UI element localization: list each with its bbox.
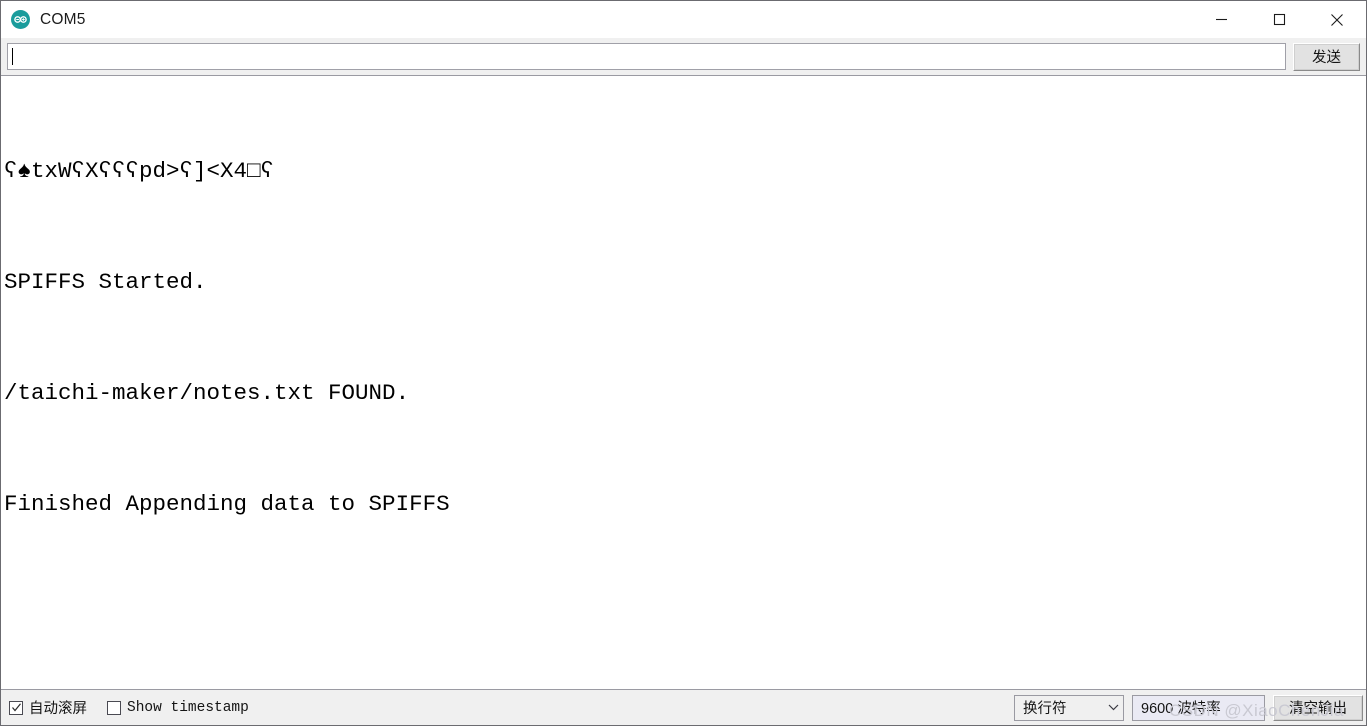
autoscroll-checkbox[interactable] — [9, 700, 23, 715]
title-bar-left: COM5 — [1, 1, 86, 38]
close-icon[interactable] — [1308, 1, 1366, 38]
status-bar-right: 换行符 9600 波特率 清空输出 CSDN @XiaoChenJia — [1014, 690, 1366, 725]
checkmark-icon — [11, 703, 21, 712]
status-bar: 自动滚屏 Show timestamp 换行符 9600 波特率 清空输出 CS… — [1, 690, 1366, 725]
timestamp-label: Show timestamp — [127, 699, 249, 716]
minimize-icon[interactable] — [1192, 1, 1250, 38]
clear-output-button[interactable]: 清空输出 — [1273, 694, 1363, 721]
chevron-down-icon — [1108, 704, 1119, 711]
title-bar: COM5 — [1, 1, 1366, 38]
serial-monitor-window: COM5 发送 ʕ♠txWʕXʕʕʕpd>ʕ]<X4□ʕ SPIFFS Star… — [0, 0, 1367, 726]
serial-output-area[interactable]: ʕ♠txWʕXʕʕʕpd>ʕ]<X4□ʕ SPIFFS Started. /ta… — [1, 75, 1366, 690]
console-line: Finished Appending data to SPIFFS — [4, 491, 450, 517]
send-input[interactable] — [13, 44, 1285, 69]
line-ending-value: 换行符 — [1023, 701, 1067, 717]
baud-rate-select[interactable]: 9600 波特率 — [1132, 694, 1265, 721]
baud-rate-value: 9600 波特率 — [1141, 701, 1221, 717]
send-button[interactable]: 发送 — [1293, 42, 1360, 71]
window-controls — [1192, 1, 1366, 38]
send-input-wrapper[interactable] — [7, 43, 1286, 70]
arduino-infinity-icon — [11, 10, 30, 29]
maximize-icon[interactable] — [1250, 1, 1308, 38]
autoscroll-checkbox-group[interactable]: 自动滚屏 — [9, 697, 87, 718]
timestamp-checkbox[interactable] — [107, 700, 121, 715]
send-toolbar: 发送 — [1, 38, 1366, 75]
window-title: COM5 — [40, 10, 86, 28]
autoscroll-label: 自动滚屏 — [29, 701, 87, 717]
console-lines: ʕ♠txWʕXʕʕʕpd>ʕ]<X4□ʕ SPIFFS Started. /ta… — [4, 79, 1366, 597]
console-line: SPIFFS Started. — [4, 269, 207, 295]
console-line: /taichi-maker/notes.txt FOUND. — [4, 380, 410, 406]
line-ending-select[interactable]: 换行符 — [1014, 694, 1124, 721]
timestamp-checkbox-group[interactable]: Show timestamp — [107, 700, 249, 716]
console-line: ʕ♠txWʕXʕʕʕpd>ʕ]<X4□ʕ — [4, 158, 275, 184]
